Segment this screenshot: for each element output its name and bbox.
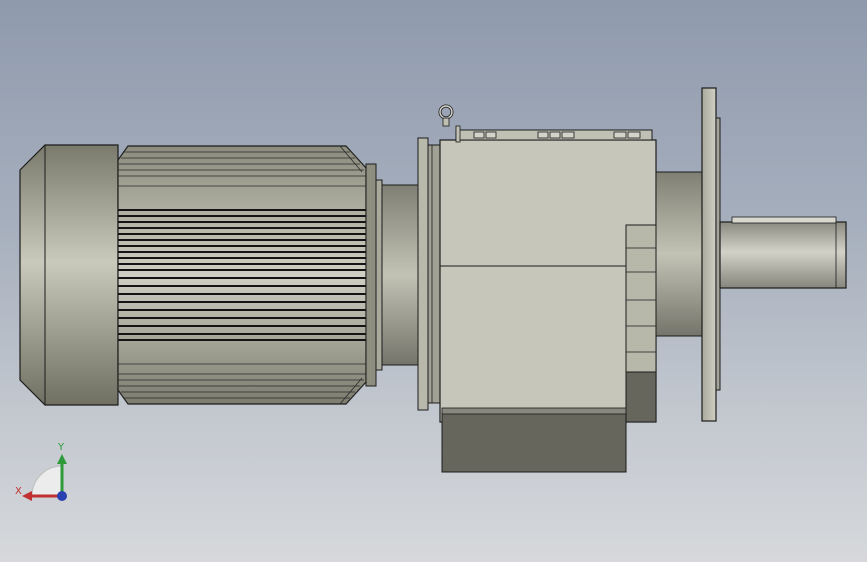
cad-viewport[interactable]: Y X — [0, 0, 867, 562]
motor-flange-ring — [365, 163, 383, 387]
z-axis-icon — [57, 491, 67, 501]
output-flange — [701, 87, 721, 422]
x-axis-label: X — [15, 486, 22, 497]
output-hub — [655, 171, 703, 337]
lifting-eye-bolt — [438, 104, 454, 127]
motor-body — [117, 145, 367, 405]
motor-neck — [381, 184, 419, 366]
y-axis-label: Y — [58, 442, 65, 453]
gearbox-housing — [439, 125, 657, 473]
gear-motor-model[interactable] — [0, 0, 867, 562]
orientation-triad — [22, 454, 67, 501]
gearbox-input-flange — [417, 137, 441, 411]
output-shaft — [719, 216, 847, 289]
motor-fan-cover — [19, 144, 119, 406]
